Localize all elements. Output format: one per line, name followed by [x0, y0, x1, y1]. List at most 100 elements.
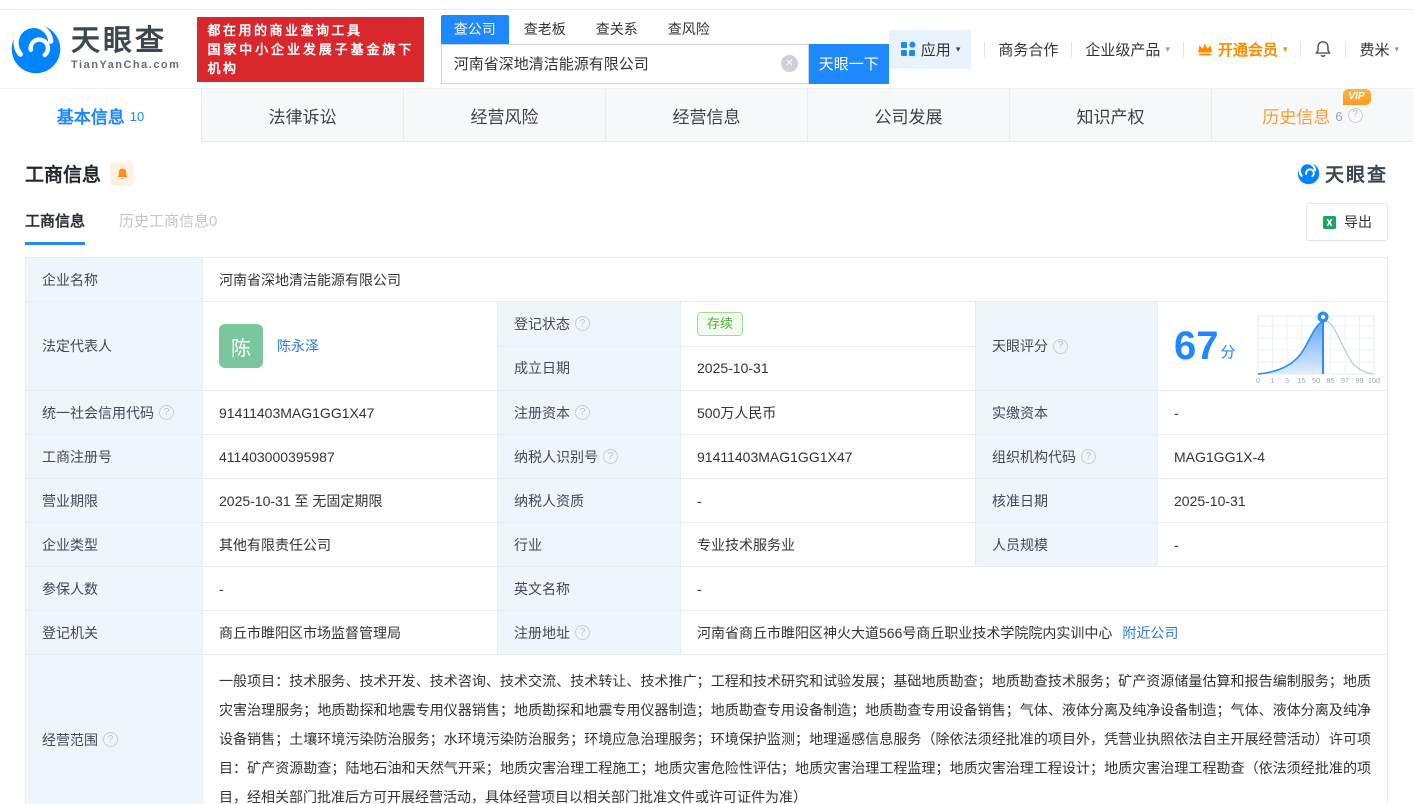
svg-text:100: 100 [1367, 376, 1380, 384]
tab-basic-info[interactable]: 基本信息 10 [0, 89, 202, 142]
score-unit: 分 [1220, 344, 1236, 361]
value-text: 2025-10-31 [1174, 492, 1246, 509]
value-text: MAG1GG1X-4 [1174, 448, 1266, 465]
subtab-history-business-info[interactable]: 历史工商信息0 [119, 210, 217, 245]
nav-divider [1182, 41, 1184, 57]
nav-open-vip[interactable]: 开通会员 ▾ [1197, 39, 1288, 60]
label-text: 统一社会信用代码 [42, 404, 154, 421]
label-text: 法定代表人 [42, 338, 112, 354]
help-icon[interactable]: ? [575, 405, 590, 420]
value-text: - [1174, 404, 1179, 421]
search-tab-company[interactable]: 查公司 [440, 14, 509, 44]
table-row: 企业类型 其他有限责任公司 行业 专业技术服务业 人员规模 - [26, 523, 1387, 567]
tab-label: 经营信息 [672, 107, 741, 127]
help-icon[interactable]: ? [603, 449, 618, 464]
monitor-bell-button[interactable] [110, 161, 135, 186]
search-button[interactable]: 天眼一下 [808, 43, 889, 84]
field-label: 组织机构代码 ? [976, 435, 1158, 478]
nav-cooperation[interactable]: 商务合作 [998, 39, 1058, 60]
orange-bell-icon [116, 168, 128, 179]
status-badge: 存续 [697, 311, 744, 336]
tab-intellectual-property[interactable]: 知识产权 [1010, 89, 1212, 142]
search-input-wrap: ✕ [440, 43, 809, 84]
help-icon[interactable]: ? [159, 405, 174, 420]
value-text: 2025-10-31 [697, 360, 769, 377]
nav-notifications[interactable] [1314, 40, 1332, 58]
tab-history-info[interactable]: 历史信息 6 ? VIP [1212, 88, 1413, 142]
tyc-score-value[interactable]: 67 分 0 1 3 15 50 85 97 99 100 [1158, 302, 1390, 390]
export-button[interactable]: 导出 [1306, 203, 1388, 241]
score-distribution-chart: 0 1 3 15 50 85 97 99 100 [1255, 311, 1380, 384]
tab-operation-info[interactable]: 经营信息 [606, 89, 808, 142]
tab-count: 10 [129, 109, 145, 124]
status-date-stack: 登记状态 ? 存续 成立日期 2025-10-31 [498, 302, 976, 390]
clear-icon[interactable]: ✕ [780, 55, 798, 72]
table-row: 工商注册号 411403000395987 纳税人识别号 ? 91411403M… [26, 435, 1387, 479]
nav-cooperation-label: 商务合作 [998, 41, 1059, 59]
help-icon[interactable]: ? [1347, 107, 1363, 123]
search-tab-risk[interactable]: 查风险 [653, 15, 725, 44]
main-content: 工商信息 天眼查 工商信息 历史工商信息0 导出 企业名称 河南省深地清洁能源有… [0, 160, 1413, 804]
caret-down-icon: ▾ [1165, 43, 1170, 54]
establish-date-value: 2025-10-31 [681, 346, 976, 390]
avatar[interactable]: 陈 [219, 324, 263, 368]
field-label: 营业期限 [26, 479, 203, 522]
search-row: ✕ 天眼一下 [440, 43, 889, 84]
bell-icon [1315, 41, 1332, 57]
nav-vip-label: 开通会员 [1217, 41, 1278, 59]
help-icon[interactable]: ? [575, 316, 590, 332]
svg-text:3: 3 [1284, 376, 1288, 384]
svg-text:15: 15 [1297, 376, 1305, 384]
help-icon[interactable]: ? [1053, 338, 1068, 354]
field-label: 企业类型 [26, 523, 203, 566]
search-tab-relation[interactable]: 查关系 [581, 15, 653, 44]
legal-rep-link[interactable]: 陈永泽 [277, 336, 319, 356]
caret-down-icon: ▾ [955, 43, 961, 54]
vip-badge: VIP [1343, 88, 1371, 105]
export-label: 导出 [1344, 214, 1372, 230]
value-text: - [697, 492, 702, 509]
search-input[interactable] [441, 44, 808, 83]
field-label: 天眼评分 ? [976, 302, 1158, 390]
field-label: 人员规模 [976, 523, 1158, 566]
label-text: 登记机关 [42, 624, 98, 641]
tianyancha-logo[interactable]: 天眼查 TianYanCha.com [10, 23, 180, 75]
field-label: 行业 [498, 523, 681, 566]
reg-address-value: 河南省商丘市睢阳区神火大道566号商丘职业技术学院院内实训中心 附近公司 [681, 611, 1387, 654]
label-text: 注册地址 [514, 624, 570, 641]
reg-authority-value: 商丘市睢阳区市场监督管理局 [203, 611, 498, 654]
nearby-companies-link[interactable]: 附近公司 [1122, 623, 1178, 643]
top-nav: 应用 ▾ 商务合作 企业级产品 ▾ 开通会员 ▾ 费米 ▾ [888, 29, 1399, 69]
nav-apps[interactable]: 应用 ▾ [888, 29, 972, 69]
label-text: 成立日期 [514, 360, 570, 377]
logo-title: 天眼查 [71, 25, 168, 57]
taxpayer-id-value: 91411403MAG1GG1X47 [681, 435, 976, 478]
help-icon[interactable]: ? [575, 625, 590, 640]
nav-divider [1300, 41, 1302, 57]
help-icon[interactable]: ? [103, 732, 118, 747]
top-divider [0, 0, 1413, 10]
tab-legal-proceedings[interactable]: 法律诉讼 [202, 89, 404, 142]
subtab-business-info[interactable]: 工商信息 [25, 210, 86, 245]
label-text: 天眼评分 [992, 338, 1048, 354]
caret-down-icon: ▾ [1282, 43, 1288, 54]
slogan-banner: 都在用的商业查询工具 国家中小企业发展子基金旗下机构 [197, 16, 424, 82]
score-axis-labels: 0 1 3 15 50 85 97 99 100 [1255, 376, 1379, 384]
business-scope-value: 一般项目：技术服务、技术开发、技术咨询、技术交流、技术转让、技术推广；工程和技术… [203, 655, 1387, 804]
tab-operation-risk[interactable]: 经营风险 [404, 89, 606, 142]
tab-company-development[interactable]: 公司发展 [808, 89, 1010, 142]
nav-enterprise-products[interactable]: 企业级产品 ▾ [1085, 39, 1170, 60]
caret-down-icon: ▾ [1394, 43, 1399, 54]
table-row: 登记机关 商丘市睢阳区市场监督管理局 注册地址 ? 河南省商丘市睢阳区神火大道5… [26, 611, 1387, 655]
nav-user[interactable]: 费米 ▾ [1359, 39, 1399, 60]
help-icon[interactable]: ? [1081, 449, 1096, 464]
nav-divider [1345, 41, 1347, 57]
label-text: 经营范围 [42, 731, 98, 748]
table-row: 经营范围 ? 一般项目：技术服务、技术开发、技术咨询、技术交流、技术转让、技术推… [26, 655, 1387, 804]
field-label: 英文名称 [498, 567, 681, 610]
search-tab-boss[interactable]: 查老板 [509, 15, 581, 44]
field-label: 工商注册号 [26, 435, 203, 478]
reg-status-value: 存续 [681, 302, 976, 346]
nav-apps-label: 应用 [920, 41, 951, 59]
section-title: 工商信息 [25, 165, 102, 186]
